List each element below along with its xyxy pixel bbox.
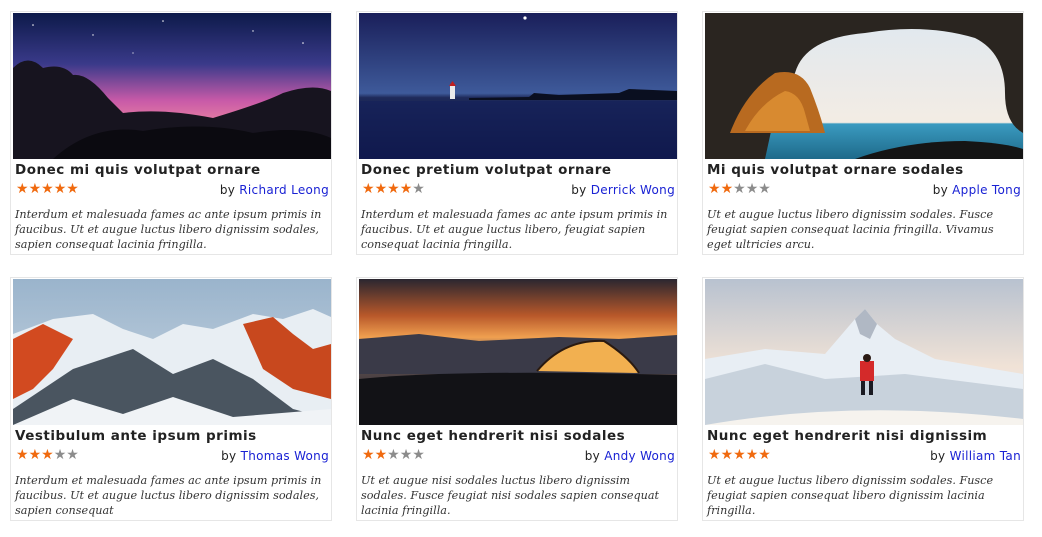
star-empty-icon: ★ xyxy=(758,181,771,197)
by-label: by xyxy=(221,449,237,463)
card-2: Donec pretium volutpat ornare ★★★★★ by D… xyxy=(356,11,678,255)
star-filled-icon: ★ xyxy=(374,181,388,197)
star-empty-icon: ★ xyxy=(66,447,79,463)
author-byline: by Apple Tong xyxy=(933,183,1021,197)
author-link[interactable]: Apple Tong xyxy=(952,183,1021,197)
star-rating: ★★★★★ xyxy=(708,182,771,196)
card-1: Donec mi quis volutpat ornare ★★★★★ by R… xyxy=(10,11,332,255)
author-byline: by Andy Wong xyxy=(585,449,675,463)
star-filled-icon: ★ xyxy=(733,447,746,463)
card-description: Ut et augue luctus libero dignissim soda… xyxy=(707,474,994,517)
card-image-sea-cave-boat[interactable] xyxy=(705,13,1023,159)
card-description: Interdum et malesuada fames ac ante ipsu… xyxy=(361,208,668,251)
star-rating: ★★★★★ xyxy=(708,448,771,462)
by-label: by xyxy=(932,183,949,197)
card-image-hiker-matterhorn[interactable] xyxy=(705,279,1023,425)
author-link[interactable]: William Tan xyxy=(950,449,1021,463)
card-image-snowy-mountains-sunset[interactable] xyxy=(13,279,331,425)
card-4: Vestibulum ante ipsum primis ★★★★★ by Th… xyxy=(10,277,332,521)
star-filled-icon: ★ xyxy=(745,447,759,463)
by-label: by xyxy=(930,449,946,463)
card-title[interactable]: Mi quis volutpat ornare sodales xyxy=(707,162,1023,178)
star-filled-icon: ★ xyxy=(66,181,79,197)
author-link[interactable]: Thomas Wong xyxy=(241,449,329,463)
author-byline: by Thomas Wong xyxy=(221,449,329,463)
card-title[interactable]: Donec mi quis volutpat ornare xyxy=(15,162,331,178)
card-title[interactable]: Vestibulum ante ipsum primis xyxy=(15,428,331,444)
star-filled-icon: ★ xyxy=(758,447,771,463)
card-3: Mi quis volutpat ornare sodales ★★★★★ by… xyxy=(702,11,1024,255)
author-link[interactable]: Richard Leong xyxy=(239,183,329,197)
card-image-lake-lighthouse-night[interactable] xyxy=(359,13,677,159)
author-byline: by Derrick Wong xyxy=(571,183,675,197)
by-label: by xyxy=(571,183,587,197)
star-empty-icon: ★ xyxy=(399,447,413,463)
star-filled-icon: ★ xyxy=(41,181,54,197)
card-title[interactable]: Nunc eget hendrerit nisi sodales xyxy=(361,428,677,444)
star-filled-icon: ★ xyxy=(387,181,400,197)
star-filled-icon: ★ xyxy=(708,181,721,197)
star-filled-icon: ★ xyxy=(720,447,734,463)
star-filled-icon: ★ xyxy=(399,181,413,197)
author-link[interactable]: Derrick Wong xyxy=(591,183,675,197)
star-filled-icon: ★ xyxy=(16,447,29,463)
card-title[interactable]: Nunc eget hendrerit nisi dignissim xyxy=(707,428,1023,444)
star-empty-icon: ★ xyxy=(412,447,425,463)
star-empty-icon: ★ xyxy=(733,181,746,197)
card-5: Nunc eget hendrerit nisi sodales ★★★★★ b… xyxy=(356,277,678,521)
star-filled-icon: ★ xyxy=(41,447,54,463)
star-rating: ★★★★★ xyxy=(362,448,425,462)
star-rating: ★★★★★ xyxy=(362,182,425,196)
star-rating: ★★★★★ xyxy=(16,448,79,462)
card-image-tent-sunset[interactable] xyxy=(359,279,677,425)
card-description: Ut et augue nisi sodales luctus libero d… xyxy=(361,474,660,517)
star-filled-icon: ★ xyxy=(720,181,734,197)
card-title[interactable]: Donec pretium volutpat ornare xyxy=(361,162,677,178)
star-filled-icon: ★ xyxy=(16,181,29,197)
star-filled-icon: ★ xyxy=(28,181,42,197)
star-filled-icon: ★ xyxy=(362,181,375,197)
card-description: Interdum et malesuada fames ac ante ipsu… xyxy=(15,474,322,517)
author-byline: by Richard Leong xyxy=(220,183,329,197)
star-empty-icon: ★ xyxy=(412,181,425,197)
star-filled-icon: ★ xyxy=(362,447,375,463)
by-label: by xyxy=(219,183,236,197)
author-byline: by William Tan xyxy=(930,449,1021,463)
card-description: Ut et augue luctus libero dignissim soda… xyxy=(707,208,994,251)
card-image-night-sky-rocks[interactable] xyxy=(13,13,331,159)
author-link[interactable]: Andy Wong xyxy=(604,449,675,463)
star-filled-icon: ★ xyxy=(374,447,388,463)
star-filled-icon: ★ xyxy=(28,447,42,463)
card-description: Interdum et malesuada fames ac ante ipsu… xyxy=(15,208,322,251)
star-filled-icon: ★ xyxy=(53,181,67,197)
star-empty-icon: ★ xyxy=(53,447,67,463)
star-filled-icon: ★ xyxy=(708,447,721,463)
star-empty-icon: ★ xyxy=(387,447,400,463)
card-6: Nunc eget hendrerit nisi dignissim ★★★★★… xyxy=(702,277,1024,521)
star-empty-icon: ★ xyxy=(745,181,759,197)
by-label: by xyxy=(584,449,601,463)
star-rating: ★★★★★ xyxy=(16,182,79,196)
